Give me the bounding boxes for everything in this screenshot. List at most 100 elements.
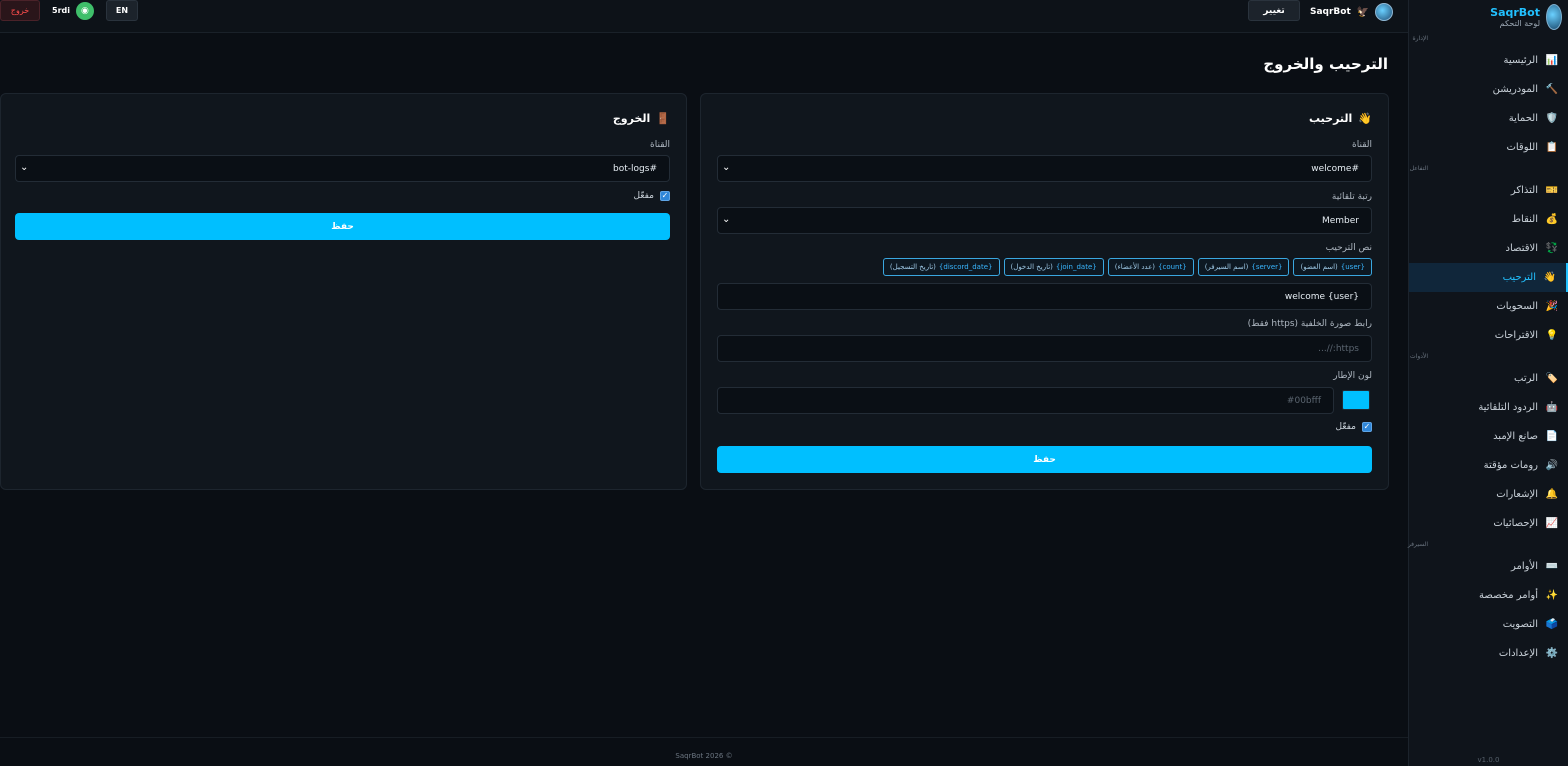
leave-channel-select[interactable]: #bot-logs ⌄ [15, 155, 670, 182]
leave-enabled-toggle[interactable]: ✓ مفعّل [633, 191, 670, 201]
chip-variable: {discord_date} [938, 263, 993, 271]
sidebar-item-label: اللوقات [1506, 142, 1538, 153]
sidebar-item-icon: ⚙️ [1545, 648, 1558, 659]
leave-card: 🚪 الخروج القناة #bot-logs ⌄ ✓ مفعّل حفظ [0, 93, 687, 490]
brand-subtitle: لوحة التحكم [1499, 18, 1540, 28]
sidebar-item[interactable]: 💱 الاقتصاد [1409, 234, 1568, 263]
sidebar: SaqrBot لوحة التحكم الإدارة 📊 الرئيسية 🔨 الم… [1408, 0, 1568, 766]
sidebar-item-icon: 🤖 [1545, 402, 1558, 413]
version-label: v1.0.0 [1477, 756, 1500, 764]
sidebar-item-label: الإشعارات [1496, 489, 1538, 500]
chevron-down-icon: ⌄ [722, 162, 731, 173]
sidebar-item[interactable]: 🎫 التذاكر [1409, 176, 1568, 205]
sidebar-item-icon: 💰 [1545, 214, 1558, 225]
sidebar-item-label: رومات مؤقتة [1483, 460, 1538, 471]
sidebar-item-icon: 🎉 [1545, 301, 1558, 312]
page-title: الترحيب والخروج [1263, 55, 1388, 73]
leave-card-title: 🚪 الخروج [613, 112, 670, 125]
welcome-channel-select[interactable]: #welcome ⌄ [717, 155, 1372, 182]
brand-name: SaqrBot [1490, 5, 1540, 19]
sidebar-item[interactable]: 💡 الاقتراحات [1409, 321, 1568, 350]
variable-chip[interactable]: {user} (اسم العضو) [1293, 258, 1372, 276]
chip-variable: {user} [1340, 263, 1365, 271]
sidebar-item-label: الردود التلقائية [1478, 402, 1538, 413]
auto-role-select[interactable]: Member ⌄ [717, 207, 1372, 234]
sidebar-item-icon: 👋 [1543, 272, 1556, 283]
welcome-enabled-label: مفعّل [1335, 422, 1356, 432]
welcome-title-text: الترحيب [1309, 112, 1353, 125]
sidebar-section-title: الإدارة [1409, 32, 1568, 46]
welcome-channel-value: #welcome [1311, 163, 1359, 174]
color-hex-input[interactable]: #00bfff [717, 387, 1334, 414]
welcome-enabled-toggle[interactable]: ✓ مفعّل [1335, 422, 1372, 432]
sidebar-item[interactable]: 📈 الإحصائيات [1409, 509, 1568, 538]
color-picker[interactable] [1342, 390, 1370, 410]
sidebar-item-label: الأوامر [1511, 561, 1538, 572]
sidebar-item[interactable]: 🔨 المودريشن [1409, 75, 1568, 104]
sidebar-item-label: المودريشن [1492, 84, 1538, 95]
topbar: خروج 5rdi ◉ EN تغيير SaqrBot 🦅 [0, 0, 1408, 33]
sidebar-item[interactable]: ⚙️ الإعدادات [1409, 639, 1568, 668]
footer: SaqrBot 2026 © [0, 737, 1408, 766]
chevron-down-icon: ⌄ [20, 162, 29, 173]
bot-avatar [1375, 3, 1394, 21]
sidebar-item[interactable]: 🤖 الردود التلقائية [1409, 393, 1568, 422]
variable-chip[interactable]: {server} (اسم السيرفر) [1197, 258, 1290, 276]
sidebar-item[interactable]: 💰 النقاط [1409, 205, 1568, 234]
brand-logo [1546, 4, 1562, 30]
sidebar-item[interactable]: 📊 الرئيسية [1409, 46, 1568, 75]
chip-description: (اسم السيرفر) [1204, 263, 1249, 271]
sidebar-item[interactable]: 🛡️ الحماية [1409, 104, 1568, 133]
sidebar-section-title: الأدوات [1409, 350, 1568, 364]
logout-button[interactable]: خروج [0, 0, 40, 21]
checkbox-checked-icon[interactable]: ✓ [660, 191, 670, 201]
sidebar-item-label: الرتب [1514, 373, 1538, 384]
sidebar-item-icon: 🎫 [1545, 185, 1558, 196]
sidebar-item[interactable]: 📋 اللوقات [1409, 133, 1568, 162]
user-menu[interactable]: 5rdi ◉ [48, 0, 98, 21]
wave-icon: 👋 [1358, 112, 1372, 125]
sidebar-item-label: التذاكر [1510, 185, 1538, 196]
sidebar-item[interactable]: 👋 الترحيب [1409, 263, 1568, 292]
variable-chip[interactable]: {discord_date} (تاريخ التسجيل) [882, 258, 1000, 276]
leave-enabled-label: مفعّل [633, 191, 654, 201]
sidebar-item[interactable]: ⌨️ الأوامر [1409, 552, 1568, 581]
auto-role-value: Member [1321, 215, 1359, 226]
chevron-down-icon: ⌄ [722, 214, 731, 225]
language-toggle-button[interactable]: EN [106, 0, 138, 21]
sidebar-item-label: الحماية [1508, 113, 1538, 124]
sidebar-item[interactable]: 🗳️ التصويت [1409, 610, 1568, 639]
sidebar-item-icon: ⌨️ [1545, 561, 1558, 572]
background-url-input[interactable]: https://... [717, 335, 1372, 362]
sidebar-item[interactable]: 🎉 السحوبات [1409, 292, 1568, 321]
variable-chip[interactable]: {join_date} (تاريخ الدخول) [1003, 258, 1104, 276]
sidebar-item-label: أوامر مخصصة [1479, 590, 1538, 601]
bot-name: SaqrBot [1310, 7, 1351, 17]
sidebar-item[interactable]: ✨ أوامر مخصصة [1409, 581, 1568, 610]
discord-avatar-icon: ◉ [75, 1, 94, 20]
server-selector[interactable]: SaqrBot 🦅 [1310, 3, 1394, 21]
eagle-icon: 🦅 [1356, 6, 1370, 18]
sidebar-item-label: الاقتصاد [1505, 243, 1538, 254]
sidebar-item-label: النقاط [1511, 214, 1538, 225]
sidebar-section-label: السيرفر [1407, 541, 1428, 548]
sidebar-item-icon: 🔔 [1545, 489, 1558, 500]
sidebar-section-title: التفاعل [1409, 162, 1568, 176]
checkbox-checked-icon[interactable]: ✓ [1362, 422, 1372, 432]
sidebar-item[interactable]: 📄 صانع الإمبد [1409, 422, 1568, 451]
welcome-save-button[interactable]: حفظ [717, 446, 1372, 473]
welcome-text-input[interactable]: welcome {user} [717, 283, 1372, 310]
sidebar-section-title: السيرفر [1407, 538, 1568, 552]
chip-variable: {count} [1158, 263, 1187, 271]
variable-chips: {user} (اسم العضو) {server} (اسم السيرفر) {c… [882, 258, 1372, 276]
sidebar-item[interactable]: 🏷️ الرتب [1409, 364, 1568, 393]
sidebar-item-icon: 📈 [1545, 518, 1558, 529]
change-server-button[interactable]: تغيير [1248, 0, 1300, 21]
sidebar-item-icon: 💱 [1545, 243, 1558, 254]
leave-save-button[interactable]: حفظ [15, 213, 670, 240]
sidebar-item[interactable]: 🔔 الإشعارات [1409, 480, 1568, 509]
auto-role-label: رتبة تلقائية [1331, 192, 1372, 202]
username: 5rdi [52, 6, 70, 15]
variable-chip[interactable]: {count} (عدد الأعضاء) [1107, 258, 1194, 276]
sidebar-item[interactable]: 🔊 رومات مؤقتة [1409, 451, 1568, 480]
